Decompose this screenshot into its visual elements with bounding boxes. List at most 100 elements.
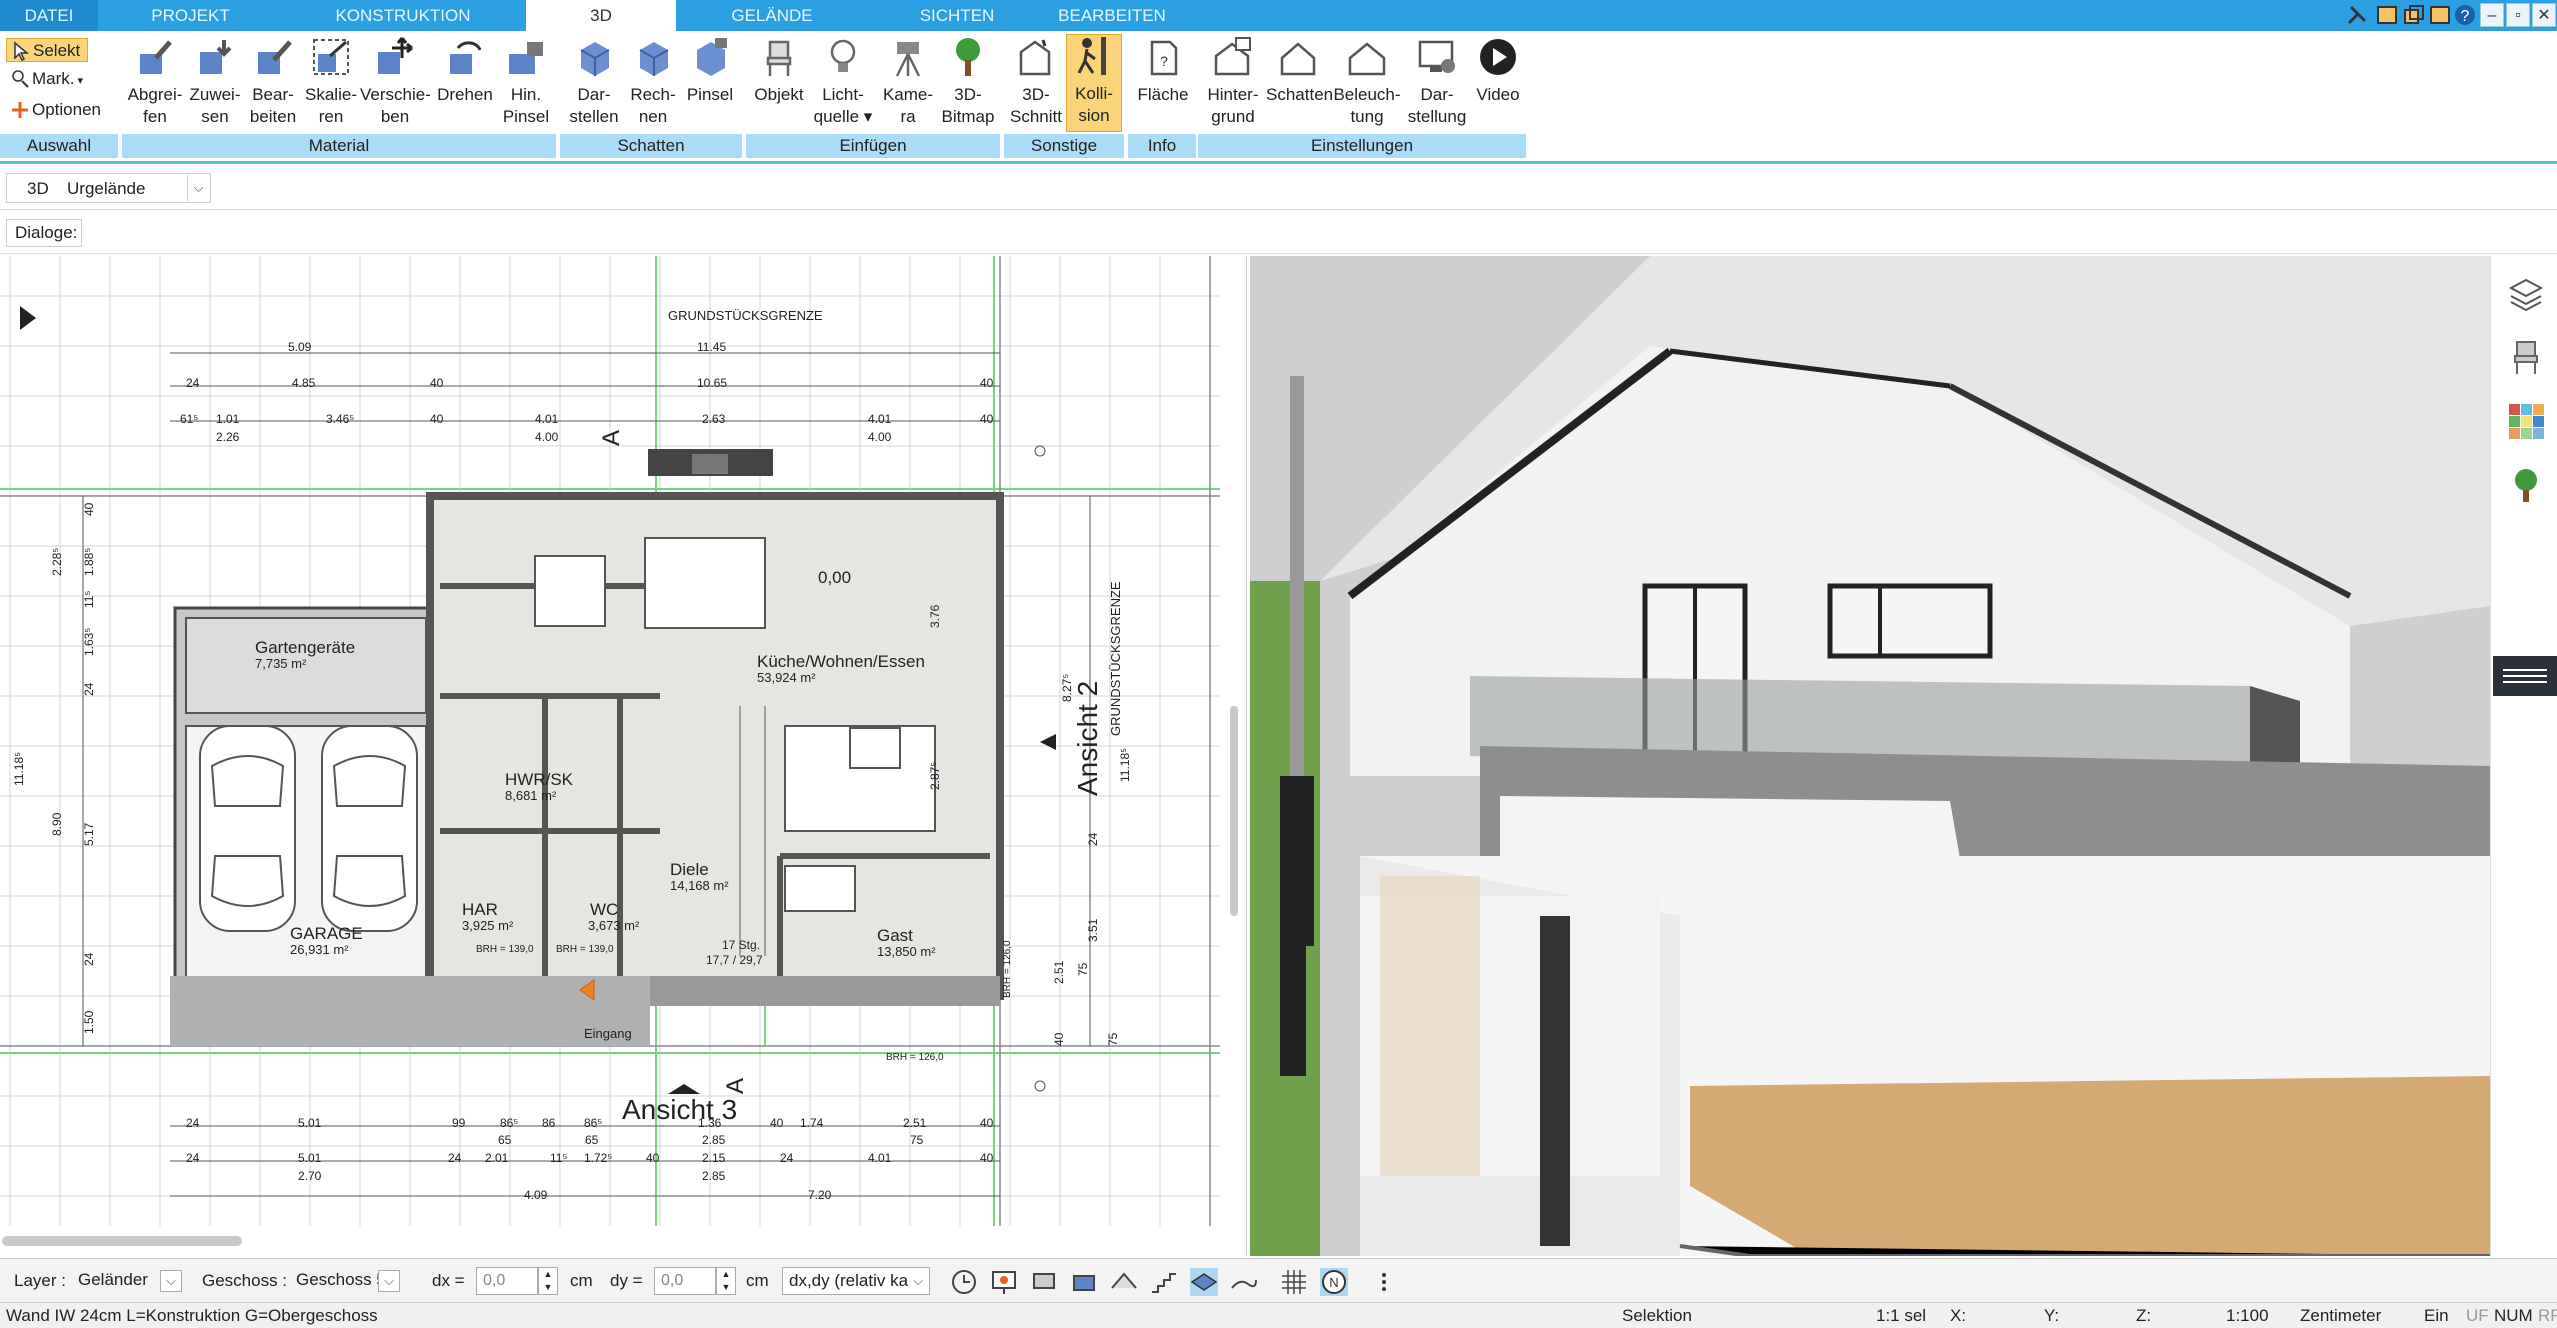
geschoss-dropdown-icon[interactable]: ⌵ — [378, 1270, 400, 1292]
darstellung-button[interactable]: Dar- stellung — [1402, 36, 1472, 128]
plot-border-label: GRUNDSTÜCKSGRENZE — [668, 308, 823, 323]
verschieben-button[interactable]: Verschie- ben — [360, 36, 431, 128]
plant-icon[interactable] — [2507, 466, 2545, 504]
hintergrund-button[interactable]: Hinter- grund — [1200, 36, 1266, 128]
chair-panel-icon[interactable] — [2507, 338, 2545, 376]
dim-r2-3: 40 — [430, 376, 444, 390]
grid-icon[interactable] — [1280, 1268, 1308, 1296]
move-icon — [378, 37, 413, 74]
hin-pinsel-label2: Pinsel — [502, 107, 550, 126]
dim-b1-3: 99 — [452, 1116, 466, 1130]
dx-stepper[interactable]: ▲ ▼ — [538, 1267, 558, 1295]
abgreifen-button[interactable]: Abgrei- fen — [124, 36, 186, 128]
dim-l-9: 5.17 — [82, 822, 96, 846]
clock-icon[interactable] — [950, 1268, 978, 1296]
help-icon[interactable]: ? — [2453, 3, 2477, 27]
optionen-button[interactable]: Optionen — [6, 98, 111, 122]
furniture-icon[interactable] — [1070, 1268, 1098, 1296]
close-button[interactable]: ✕ — [2532, 3, 2556, 27]
minimize-button[interactable]: – — [2480, 3, 2504, 27]
plan-horizontal-scrollbar[interactable] — [2, 1236, 242, 1246]
plan-vertical-scrollbar[interactable] — [1230, 706, 1238, 916]
terrain-icon[interactable] — [1230, 1268, 1258, 1296]
chevron-down-icon[interactable]: ⌵ — [187, 175, 209, 201]
schatten-rechnen-button[interactable]: Rech- nen — [626, 36, 680, 128]
more-icon[interactable] — [1370, 1268, 1398, 1296]
selekt-button[interactable]: Selekt — [6, 38, 88, 62]
objects-icon[interactable] — [1030, 1268, 1058, 1296]
bitmap-button[interactable]: 3D- Bitmap — [938, 36, 998, 128]
lichtquelle-label1: Licht- — [822, 85, 864, 104]
layer-dropdown-icon[interactable]: ⌵ — [160, 1270, 182, 1292]
beleuchtung-button[interactable]: Beleuch- tung — [1332, 36, 1402, 128]
video-button[interactable]: Video — [1472, 36, 1524, 106]
screen-icon[interactable] — [2428, 3, 2452, 27]
tab-sichten[interactable]: SICHTEN — [868, 0, 1046, 31]
dim-b2-4: 2.01 — [485, 1151, 509, 1165]
hin-pinsel-button[interactable]: Hin. Pinsel — [500, 36, 552, 128]
schatten-darstellen-button[interactable]: Dar- stellen — [562, 36, 626, 128]
geschoss-label: Geschoss : — [202, 1271, 288, 1290]
kamera-button[interactable]: Kame- ra — [878, 36, 938, 128]
group-einfuegen: Einfügen — [746, 134, 1002, 158]
roof-icon[interactable] — [1110, 1268, 1138, 1296]
drehen-button[interactable]: Drehen — [430, 36, 500, 106]
window-icon[interactable] — [2375, 3, 2399, 27]
schatten-einstellung-label: Schatten — [1266, 85, 1334, 104]
stairs-icon[interactable] — [1150, 1268, 1178, 1296]
mode-dropdown-icon[interactable]: ⌵ — [908, 1270, 928, 1292]
panel-toggle[interactable] — [2493, 656, 2557, 696]
dim-b3-2: 7.20 — [808, 1188, 832, 1202]
dim-b1b-3: 2.85 — [702, 1133, 726, 1147]
dim-b1-10: 2.51 — [903, 1116, 927, 1130]
room-wc-area: 3,673 m² — [588, 918, 640, 933]
selekt-label: Selekt — [33, 41, 81, 60]
3d-view[interactable] — [1250, 256, 2490, 1256]
layers-icon[interactable] — [2507, 274, 2545, 312]
abgreifen-label2: fen — [143, 107, 167, 126]
north-icon[interactable]: N — [1320, 1268, 1348, 1296]
schatten-pinsel-button[interactable]: Pinsel — [680, 36, 740, 106]
tab-3d[interactable]: 3D — [526, 0, 676, 31]
materials-palette-icon[interactable] — [2507, 402, 2545, 440]
dy-input[interactable]: 0,0 — [654, 1267, 716, 1295]
dim-r-2: 2.87⁵ — [928, 761, 942, 790]
tab-datei[interactable]: DATEI — [0, 0, 98, 31]
skalieren-button[interactable]: Skalie- ren — [302, 36, 360, 128]
presentation-icon[interactable] — [990, 1268, 1018, 1296]
dx-input[interactable]: 0,0 — [476, 1267, 538, 1295]
dx-unit: cm — [570, 1271, 593, 1290]
dim-b1-2: 5.01 — [298, 1116, 322, 1130]
group-sonstige: Sonstige — [1004, 134, 1126, 158]
kollision-button[interactable]: Kolli- sion — [1066, 34, 1122, 132]
shadow-calc-icon — [639, 42, 669, 76]
plane-icon[interactable] — [1190, 1268, 1218, 1296]
tab-konstruktion[interactable]: KONSTRUKTION — [283, 0, 523, 31]
room-gast-name: Gast — [877, 926, 913, 945]
tools-icon[interactable] — [2345, 3, 2369, 27]
objekt-button[interactable]: Objekt — [750, 36, 808, 106]
dialoge-button[interactable]: Dialoge: — [6, 219, 82, 247]
flaeche-button[interactable]: ? Fläche — [1132, 36, 1194, 106]
schnitt-button[interactable]: 3D- Schnitt — [1006, 36, 1066, 128]
mark-button[interactable]: Mark. ▾ — [6, 67, 96, 91]
stairs-ratio-label: 17,7 / 29,7 — [706, 953, 763, 967]
skalieren-label1: Skalie- — [305, 85, 357, 104]
restore-icon[interactable] — [2402, 3, 2426, 27]
tab-projekt[interactable]: PROJEKT — [98, 0, 283, 31]
lichtquelle-button[interactable]: Licht- quelle ▾ — [808, 36, 878, 128]
tab-bearbeiten[interactable]: BEARBEITEN — [1046, 0, 1178, 31]
dim-r2-1: 24 — [186, 376, 200, 390]
schatten-einstellung-button[interactable]: Schatten — [1266, 36, 1334, 106]
maximize-button[interactable]: ▫ — [2506, 3, 2530, 27]
dy-label: dy = — [610, 1271, 643, 1290]
z-coord: Z: — [2136, 1306, 2152, 1325]
zuweisen-button[interactable]: Zuwei- sen — [186, 36, 244, 128]
tab-gelaende[interactable]: GELÄNDE — [676, 0, 868, 31]
floor-plan-view[interactable]: GRUNDSTÜCKSGRENZE GRUNDSTÜCKSGRENZE Gart… — [0, 256, 1247, 1256]
dy-stepper[interactable]: ▲ ▼ — [716, 1267, 736, 1295]
terrain-select[interactable]: 3D Urgelände ⌵ — [6, 173, 211, 203]
dim-r3b-2: 4.00 — [535, 430, 559, 444]
ansicht-2-label: Ansicht 2 — [1072, 680, 1103, 796]
bearbeiten-button[interactable]: Bear- beiten — [244, 36, 302, 128]
